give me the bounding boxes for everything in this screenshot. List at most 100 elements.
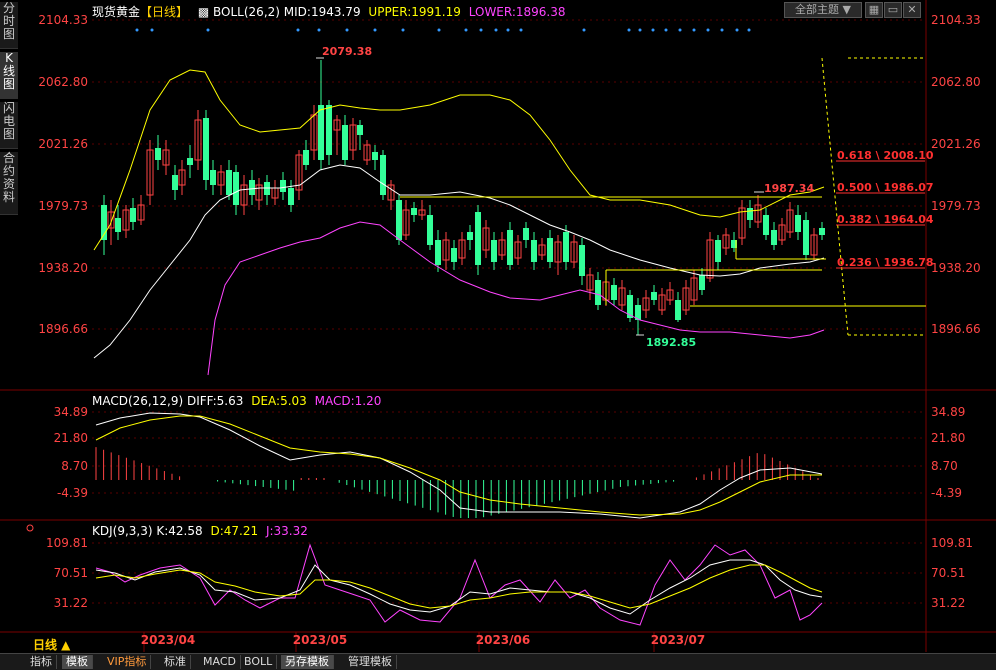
macd-header: MACD(26,12,9) DIFF:5.63 DEA:5.03 MACD:1.… — [92, 394, 381, 408]
candle-body — [699, 275, 705, 290]
candle-body — [203, 118, 209, 180]
macd-diff: DIFF:5.63 — [186, 394, 244, 408]
boll-title: BOLL(26,2) — [213, 5, 280, 19]
candle-body — [303, 150, 309, 165]
tab-kline[interactable]: K线图 — [0, 52, 18, 99]
candle-body — [280, 180, 286, 192]
candle-body — [523, 228, 529, 240]
tab-timeshare[interactable]: 分时图 — [0, 2, 18, 49]
time-axis-label: 2023/07 — [651, 633, 705, 647]
candle-body — [411, 208, 417, 215]
candle-body — [675, 300, 681, 320]
candle-body — [771, 230, 777, 245]
kdj-title: KDJ(9,3,3) — [92, 524, 153, 538]
candle-body — [595, 280, 601, 305]
close-icon[interactable]: ✕ — [903, 2, 921, 18]
kdj-j: J:33.32 — [265, 524, 308, 538]
candle-body — [233, 172, 239, 205]
price-axis-right-label: 1896.66 — [931, 322, 981, 336]
macd-axis-left-label: 8.70 — [61, 459, 88, 473]
time-axis-label: 2023/04 — [141, 633, 195, 647]
candle-body — [342, 125, 348, 160]
candle-body — [187, 158, 193, 165]
time-axis-label: 2023/06 — [476, 633, 530, 647]
chart-canvas[interactable]: 2104.33 2104.33 2062.80 2062.80 2021.26 2021.… — [0, 0, 996, 669]
candle-body — [226, 170, 232, 195]
time-axis-label: 2023/05 — [293, 633, 347, 647]
grid-icon[interactable]: ▦ — [865, 2, 883, 18]
fib-level-label: 0.382 \ 1964.04 — [837, 213, 934, 226]
tab-macd[interactable]: MACD — [199, 655, 241, 669]
tab-indicator[interactable]: 指标 — [26, 655, 57, 669]
recent-high-label: 1987.34 — [764, 182, 814, 195]
theme-select[interactable]: 全部主题 ▼ — [784, 2, 862, 18]
candle-body — [803, 220, 809, 255]
tab-manage-template[interactable]: 管理模板 — [344, 655, 397, 669]
event-dot — [206, 28, 210, 32]
macd-dea: DEA:5.03 — [251, 394, 307, 408]
kdj-axis-right-label: 109.81 — [931, 536, 973, 550]
tab-vip-indicator[interactable]: VIP指标 — [103, 655, 152, 669]
kdj-axis-right-label: 70.51 — [931, 566, 965, 580]
price-axis-left-label: 1938.20 — [38, 261, 88, 275]
event-dot — [582, 28, 586, 32]
macd-axis-left-label: 34.89 — [54, 405, 88, 419]
kdj-axis-left-label: 31.22 — [54, 596, 88, 610]
candle-body — [763, 215, 769, 235]
event-dot — [638, 28, 642, 32]
event-dot — [401, 28, 405, 32]
tab-standard[interactable]: 标准 — [160, 655, 191, 669]
period-tag: 【日线】 — [140, 5, 189, 19]
candle-body — [130, 208, 136, 222]
kdj-k: K:42.58 — [156, 524, 203, 538]
candle-body — [210, 170, 216, 185]
candle-body — [326, 105, 332, 155]
kdj-j-line — [95, 543, 823, 626]
candle-body — [579, 245, 585, 276]
candle-body — [155, 148, 161, 160]
boll-lower: LOWER:1896.38 — [468, 5, 566, 19]
tab-lightning[interactable]: 闪电图 — [0, 102, 18, 149]
macd-axis-right-label: -4.39 — [931, 486, 962, 500]
candle-body — [651, 292, 657, 300]
candle-body — [372, 152, 378, 160]
tab-template[interactable]: 模板 — [62, 655, 93, 669]
high-price-label: 2079.38 — [322, 45, 372, 58]
candle-body — [507, 230, 513, 265]
candle-body — [427, 215, 433, 245]
macd-axis-left-label: -4.39 — [57, 486, 88, 500]
boll-indicator-icon[interactable]: ▩ — [198, 5, 209, 19]
tab-boll[interactable]: BOLL — [240, 655, 278, 669]
macd-axis-left-label: 21.80 — [54, 431, 88, 445]
bottom-toolbar: 指标 模板 VIP指标 标准 MACD BOLL 另存模板 管理模板 — [0, 653, 996, 670]
minimize-icon[interactable]: ▭ — [884, 2, 902, 18]
kdj-header: KDJ(9,3,3) K:42.58 D:47.21 J:33.32 — [92, 524, 308, 538]
fib-level-label: 0.618 \ 2008.10 — [837, 149, 934, 162]
event-dot — [692, 28, 696, 32]
tab-save-template[interactable]: 另存模板 — [281, 655, 334, 669]
tab-contract-info[interactable]: 合约资料 — [0, 152, 18, 215]
kdj-axis-left-label: 70.51 — [54, 566, 88, 580]
period-selector[interactable]: 日线 ▲ — [33, 636, 70, 653]
candle-body — [531, 240, 537, 262]
boll-mid: MID:1943.79 — [283, 5, 361, 19]
macd-axis-right-label: 34.89 — [931, 405, 965, 419]
event-dot — [706, 28, 710, 32]
boll-upper: UPPER:1991.19 — [368, 5, 461, 19]
kdj-settings-icon — [26, 524, 34, 532]
candle-body — [467, 232, 473, 240]
candle-body — [451, 248, 457, 262]
event-dot — [479, 28, 483, 32]
price-axis-right-label: 2104.33 — [931, 13, 981, 27]
candle-body — [747, 208, 753, 220]
candle-body — [547, 238, 553, 262]
fib-level-label: 0.236 \ 1936.78 — [837, 256, 934, 269]
price-axis-right-label: 1938.20 — [931, 261, 981, 275]
event-dot — [317, 28, 321, 32]
price-axis-left-label: 2104.33 — [38, 13, 88, 27]
candle-body — [288, 188, 294, 205]
event-dot — [664, 28, 668, 32]
candle-body — [715, 240, 721, 262]
kdj-axis-right-label: 31.22 — [931, 596, 965, 610]
event-dot — [296, 28, 300, 32]
